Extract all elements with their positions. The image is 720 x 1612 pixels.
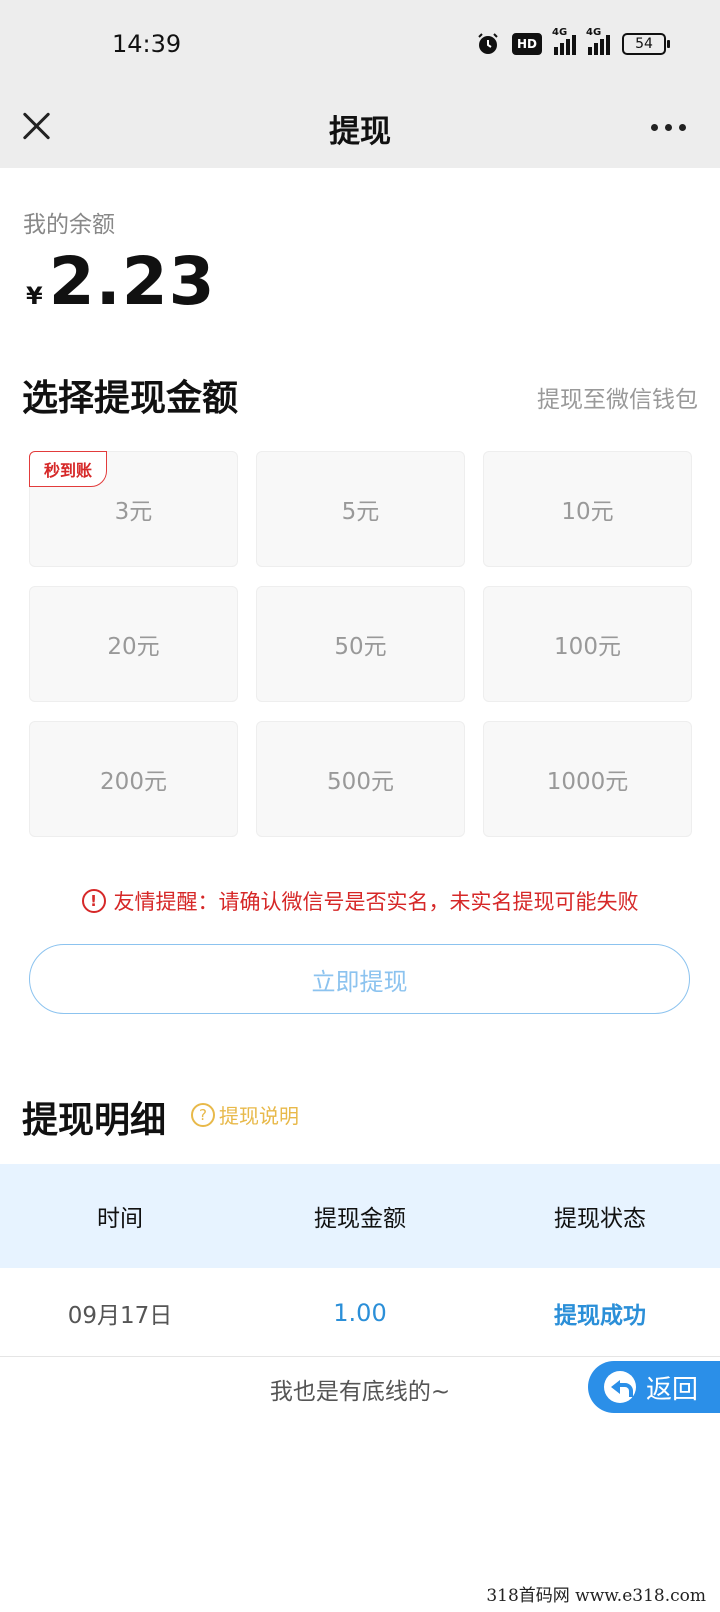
amount-option-200[interactable]: 200元 [29, 721, 238, 837]
records-title: 提现明细 [22, 1100, 167, 1141]
column-header-time: 时间 [97, 1206, 143, 1232]
option-label: 3元 [114, 499, 153, 525]
alarm-icon [478, 33, 498, 54]
option-label: 20元 [107, 634, 160, 660]
status-bar: 14:39 HD 4G 4G 54 [0, 0, 720, 86]
table-row: 09月17日 1.00 提现成功 [0, 1270, 720, 1357]
amount-option-100[interactable]: 100元 [483, 586, 692, 702]
signal-icon-1: 4G [552, 27, 576, 55]
balance-amount: ¥ 2.23 [26, 243, 216, 320]
amount-option-3[interactable]: 秒到账 3元 [29, 451, 238, 567]
amount-option-500[interactable]: 500元 [256, 721, 465, 837]
option-label: 500元 [327, 769, 394, 795]
option-label: 10元 [561, 499, 614, 525]
select-amount-title: 选择提现金额 [22, 378, 239, 419]
amount-option-10[interactable]: 10元 [483, 451, 692, 567]
balance-label: 我的余额 [23, 212, 115, 238]
hd-icon: HD [511, 33, 542, 55]
status-time: 14:39 [112, 30, 182, 58]
back-button[interactable]: 返回 [588, 1361, 720, 1413]
help-label: 提现说明 [219, 1104, 299, 1128]
more-icon[interactable] [651, 124, 686, 131]
row-amount: 1.00 [333, 1299, 387, 1327]
help-icon: ? [191, 1102, 215, 1127]
records-table-header: 时间 提现金额 提现状态 [0, 1164, 720, 1268]
back-label: 返回 [646, 1374, 699, 1405]
network-label-2: 4G [586, 27, 602, 38]
nav-bar: 提现 [0, 86, 720, 168]
watermark: 318首码网 www.e318.com [486, 1586, 706, 1606]
instant-tag: 秒到账 [29, 451, 108, 487]
amount-option-50[interactable]: 50元 [256, 586, 465, 702]
amount-options: 秒到账 3元 5元 10元 20元 50元 100元 200元 500元 100… [29, 451, 692, 837]
currency-symbol: ¥ [26, 282, 43, 310]
column-header-amount: 提现金额 [314, 1206, 406, 1232]
option-label: 50元 [334, 634, 387, 660]
balance-value: 2.23 [48, 243, 216, 320]
option-label: 100元 [554, 634, 621, 660]
withdraw-destination: 提现至微信钱包 [537, 387, 698, 413]
amount-option-1000[interactable]: 1000元 [483, 721, 692, 837]
back-arrow-icon [604, 1371, 636, 1403]
row-date: 09月17日 [67, 1303, 173, 1329]
status-icons: HD 4G 4G 54 [476, 27, 670, 56]
network-label-1: 4G [552, 27, 568, 38]
column-header-status: 提现状态 [554, 1206, 646, 1232]
page-title: 提现 [329, 114, 391, 150]
option-label: 200元 [100, 769, 167, 795]
signal-icon-2: 4G [586, 27, 610, 55]
amount-option-5[interactable]: 5元 [256, 451, 465, 567]
battery-icon: 54 [622, 33, 670, 55]
warning-icon: ! [81, 889, 106, 913]
amount-option-20[interactable]: 20元 [29, 586, 238, 702]
withdraw-button[interactable]: 立即提现 [29, 944, 690, 1014]
row-status: 提现成功 [554, 1303, 646, 1329]
warning-text: 友情提醒：请确认微信号是否实名，未实名提现可能失败 [113, 890, 639, 914]
warning-notice: ! 友情提醒：请确认微信号是否实名，未实名提现可能失败 [0, 886, 720, 916]
option-label: 5元 [341, 499, 380, 525]
withdraw-help-link[interactable]: ? 提现说明 [191, 1100, 299, 1129]
option-label: 1000元 [546, 769, 629, 795]
